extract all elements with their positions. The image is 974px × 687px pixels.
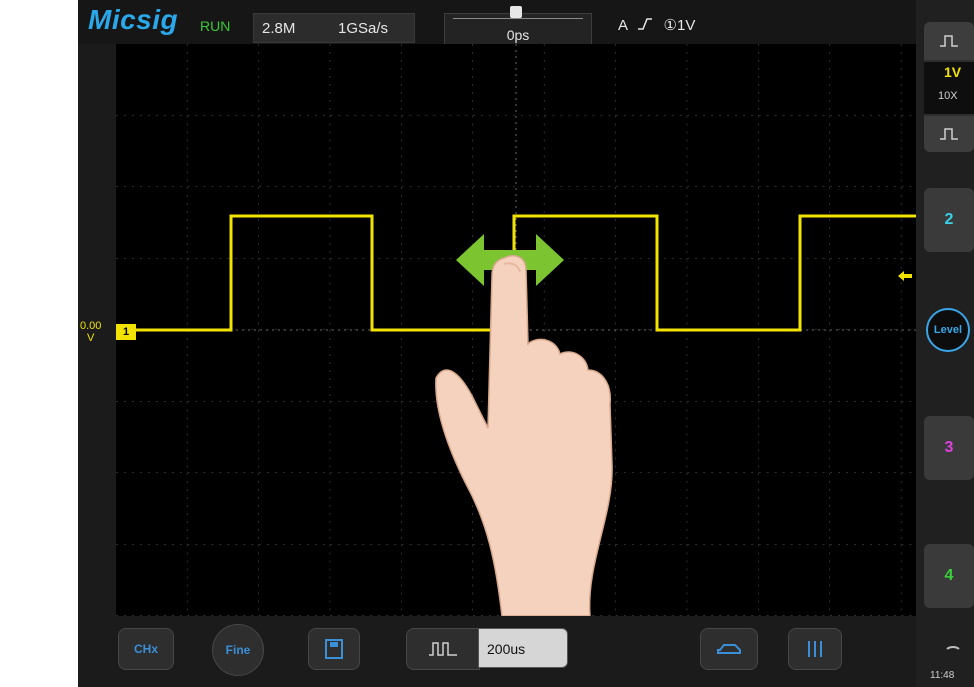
waveform-display[interactable]	[116, 44, 916, 617]
top-status-bar: Micsig RUN 2.8M 1GSa/s 0ps A ①1V	[78, 0, 916, 59]
channel4-button[interactable]: 4	[924, 544, 974, 608]
trigger-settings[interactable]: A ①1V	[618, 16, 695, 34]
save-button[interactable]	[308, 628, 360, 670]
bottom-toolbar: CHx Fine 200us	[78, 616, 916, 687]
run-state[interactable]: RUN	[200, 18, 230, 34]
square-wave-icon	[940, 35, 958, 47]
trigger-position-track	[453, 18, 583, 19]
timebase-value[interactable]: 200us	[478, 628, 568, 668]
channel4-label: 4	[944, 567, 954, 584]
acquisition-info[interactable]: 2.8M 1GSa/s	[253, 13, 415, 43]
memory-depth: 2.8M	[262, 20, 296, 37]
cursor-lines-icon	[808, 641, 822, 657]
rising-edge-icon	[638, 18, 653, 30]
clock: 11:48	[930, 670, 955, 681]
channel1-control[interactable]: 1V 10X	[924, 22, 974, 152]
channel2-button[interactable]: 2	[924, 188, 974, 252]
channel2-label: 2	[944, 211, 954, 228]
channel1-bottom-button[interactable]	[924, 116, 974, 152]
channel1-volts-per-div: 1V	[944, 64, 962, 80]
auto-icon	[717, 644, 741, 654]
square-wave-icon	[429, 642, 457, 656]
auto-button[interactable]	[700, 628, 758, 670]
channel1-top-button[interactable]	[924, 22, 974, 60]
sample-rate: 1GSa/s	[338, 20, 389, 37]
oscilloscope-device: Micsig RUN 2.8M 1GSa/s 0ps A ①1V 0.00 V …	[78, 0, 974, 687]
save-icon	[325, 639, 343, 659]
wifi-icon	[944, 646, 962, 660]
trigger-level: ①1V	[663, 17, 696, 34]
waveform-grid-svg	[116, 44, 916, 617]
channel1-marker[interactable]: 1	[116, 324, 136, 340]
offset-unit: V	[87, 332, 95, 344]
timebase-wave-button[interactable]	[406, 628, 480, 670]
right-channel-panel: 1V 10X 2 Level 3 4 11:48	[898, 0, 974, 687]
chx-button[interactable]: CHx	[118, 628, 174, 670]
level-button[interactable]: Level	[926, 308, 970, 352]
fine-button[interactable]: Fine	[212, 624, 264, 676]
channel3-button[interactable]: 3	[924, 416, 974, 480]
trigger-position-marker-icon[interactable]	[510, 6, 522, 18]
offset-value: 0.00	[80, 320, 102, 332]
brand-logo: Micsig	[88, 4, 179, 35]
trigger-time: 0ps	[506, 27, 530, 43]
channel1-scale[interactable]: 1V 10X	[924, 62, 974, 114]
trigger-level-marker-icon[interactable]	[898, 268, 912, 281]
cursor-button[interactable]	[788, 628, 842, 670]
channel3-label: 3	[944, 439, 954, 456]
trigger-source: A	[618, 17, 628, 34]
channel1-probe: 10X	[938, 90, 958, 102]
channel1-offset-label: 0.00 V	[80, 320, 101, 344]
square-wave-icon	[940, 128, 958, 140]
